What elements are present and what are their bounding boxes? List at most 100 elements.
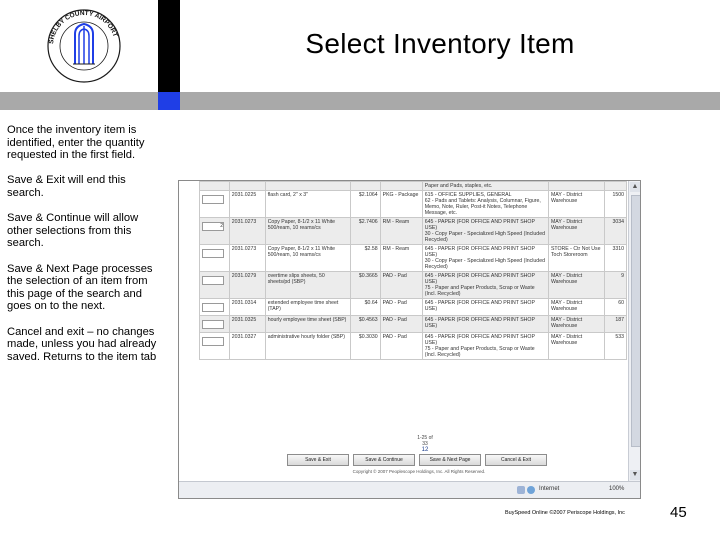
cancel-exit-button[interactable]: Cancel & Exit <box>485 454 547 466</box>
item-price: $2.58 <box>349 244 381 272</box>
save-exit-button[interactable]: Save & Exit <box>287 454 349 466</box>
note-save-continue: Save & Continue will allow other selecti… <box>7 212 139 250</box>
item-unit: PAD - Pad <box>379 315 423 333</box>
item-location: MAY - District Warehouse <box>547 190 606 218</box>
browser-status-bar: Internet 100% <box>179 481 640 498</box>
item-category: 645 - PAPER (FOR OFFICE AND PRINT SHOP U… <box>421 244 549 272</box>
item-id <box>228 181 266 191</box>
logo-seal-icon: SHELBY COUNTY AIRPORT <box>47 9 121 83</box>
quantity-cell <box>199 315 230 333</box>
quantity-cell <box>199 190 230 218</box>
item-location <box>547 181 606 191</box>
quantity-cell <box>199 271 230 299</box>
quantity-cell <box>199 181 230 191</box>
item-category: 645 - PAPER (FOR OFFICE AND PRINT SHOP U… <box>421 298 549 316</box>
item-location: MAY - District Warehouse <box>547 332 606 360</box>
item-unit: PAD - Pad <box>379 298 423 316</box>
item-price: $0.3665 <box>349 271 381 299</box>
item-on-hand: 3034 <box>604 217 627 245</box>
inventory-screenshot: Paper and Pads, staples, etc. 2031.0225 fl… <box>178 180 641 499</box>
item-unit: PAD - Pad <box>379 271 423 299</box>
item-category: 645 - PAPER (FOR OFFICE AND PRINT SHOP U… <box>421 315 549 333</box>
item-category: 645 - PAPER (FOR OFFICE AND PRINT SHOP U… <box>421 217 549 245</box>
scroll-down-icon[interactable]: ▼ <box>630 470 640 480</box>
header-black-bar <box>158 0 180 92</box>
item-description: hourly employee time sheet (SBP) <box>264 315 351 333</box>
item-on-hand: 187 <box>604 315 627 333</box>
quantity-cell <box>199 244 230 272</box>
inventory-table: Paper and Pads, staples, etc. 2031.0225 fl… <box>199 181 627 360</box>
zoom-level[interactable]: 100% <box>609 486 624 492</box>
item-unit: RM - Ream <box>379 217 423 245</box>
inventory-results-panel: Paper and Pads, staples, etc. 2031.0225 fl… <box>179 181 628 481</box>
item-description <box>264 181 351 191</box>
quantity-input[interactable] <box>202 303 224 312</box>
item-category: 645 - PAPER (FOR OFFICE AND PRINT SHOP U… <box>421 271 549 299</box>
item-id: 2031.0314 <box>228 298 266 316</box>
quantity-input[interactable] <box>202 195 224 204</box>
table-row: 2031.0327 administrative hourly folder (S… <box>199 332 627 360</box>
save-continue-button[interactable]: Save & Continue <box>353 454 415 466</box>
item-id: 2031.0325 <box>228 315 266 333</box>
item-price: $2.7406 <box>349 217 381 245</box>
lock-icon <box>517 486 525 494</box>
item-description: extended employee time sheet (TAP) <box>264 298 351 316</box>
quantity-input[interactable] <box>202 337 224 346</box>
header-blue-block <box>158 92 180 110</box>
item-price: $2.1064 <box>349 190 381 218</box>
table-row: 2031.0225 flash card, 2" x 3" $2.1064 PKG -… <box>199 190 627 218</box>
quantity-input[interactable] <box>202 320 224 329</box>
item-description: Copy Paper, 8-1/2 x 11 White 500/ream, 1… <box>264 244 351 272</box>
pager-page-link[interactable]: 12 <box>415 447 435 453</box>
item-on-hand: 9 <box>604 271 627 299</box>
item-description: flash card, 2" x 3" <box>264 190 351 218</box>
scroll-thumb[interactable] <box>631 195 640 447</box>
scroll-up-icon[interactable]: ▲ <box>630 182 640 192</box>
item-on-hand <box>604 181 627 191</box>
item-category: 645 - PAPER (FOR OFFICE AND PRINT SHOP U… <box>421 332 549 360</box>
table-row: 2031.0325 hourly employee time sheet (SBP… <box>199 315 627 333</box>
item-id: 2031.0279 <box>228 271 266 299</box>
quantity-input[interactable] <box>202 249 224 258</box>
globe-icon <box>527 486 535 494</box>
item-price: $0.4563 <box>349 315 381 333</box>
status-zone: Internet <box>539 486 560 492</box>
item-location: MAY - District Warehouse <box>547 271 606 299</box>
item-description: administrative hourly folder (SBP) <box>264 332 351 360</box>
header-gray-bar <box>0 92 720 110</box>
save-next-page-button[interactable]: Save & Next Page <box>419 454 481 466</box>
quantity-cell <box>199 298 230 316</box>
item-id: 2031.0273 <box>228 217 266 245</box>
screenshot-copyright: Copyright © 2007 Peoplescope Holdings, I… <box>352 469 486 474</box>
vertical-scrollbar[interactable]: ▲ ▼ <box>628 181 640 481</box>
quantity-cell <box>199 332 230 360</box>
quantity-cell: 2 <box>199 217 230 245</box>
quantity-input[interactable] <box>202 276 224 285</box>
footer-credit: BuySpeed Online ©2007 Periscope Holdings… <box>505 510 625 516</box>
item-on-hand: 3310 <box>604 244 627 272</box>
item-location: MAY - District Warehouse <box>547 315 606 333</box>
item-on-hand: 60 <box>604 298 627 316</box>
item-id: 2031.0225 <box>228 190 266 218</box>
item-on-hand: 1500 <box>604 190 627 218</box>
item-price: $0.3030 <box>349 332 381 360</box>
item-id: 2031.0327 <box>228 332 266 360</box>
note-save-exit: Save & Exit will end this search. <box>7 174 126 199</box>
item-on-hand: 533 <box>604 332 627 360</box>
item-unit: PKG - Package <box>379 190 423 218</box>
slide-title: Select Inventory Item <box>305 28 575 59</box>
table-row: 2031.0314 extended employee time sheet (T… <box>199 298 627 316</box>
airport-authority-logo: SHELBY COUNTY AIRPORT <box>45 0 123 90</box>
page-number: 45 <box>670 504 687 521</box>
table-row: 2031.0273 Copy Paper, 8-1/2 x 11 White 50… <box>199 244 627 272</box>
item-category: 615 - OFFICE SUPPLIES, GENERAL 62 - Pads… <box>421 190 549 218</box>
pagination: 1-25 of 33 12 <box>415 435 435 453</box>
item-description: overtime slips sheets, 50 sheets/pd (SBP… <box>264 271 351 299</box>
note-save-next-page: Save & Next Page processes the selection… <box>7 262 153 313</box>
item-location: MAY - District Warehouse <box>547 298 606 316</box>
item-price <box>349 181 381 191</box>
quantity-input[interactable]: 2 <box>202 222 224 231</box>
note-quantity: Once the inventory item is identified, e… <box>7 124 145 162</box>
item-unit <box>379 181 423 191</box>
item-description: Copy Paper, 8-1/2 x 11 White 500/ream, 1… <box>264 217 351 245</box>
